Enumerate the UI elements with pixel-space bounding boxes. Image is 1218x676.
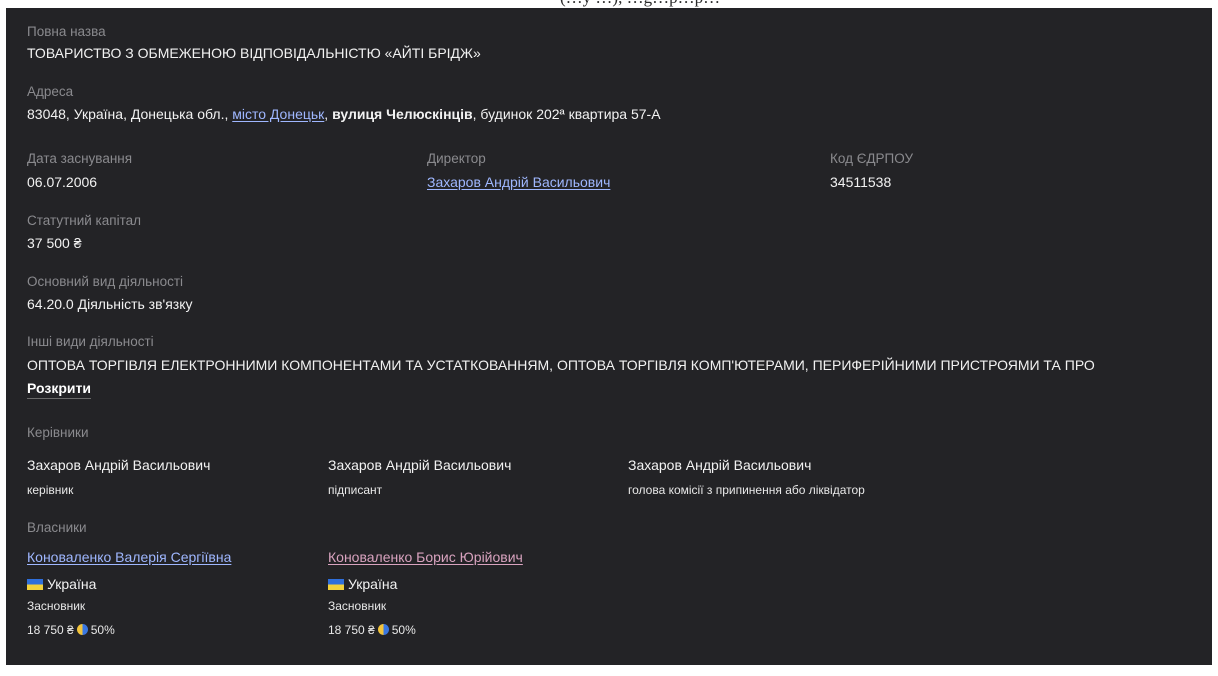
other-activities-label: Інші види діяльності xyxy=(27,334,154,349)
owner-share-line: 18 750 ₴ 50% xyxy=(328,623,416,637)
company-details-panel: Повна назва ТОВАРИСТВО З ОБМЕЖЕНОЮ ВІДПО… xyxy=(6,8,1212,665)
city-link[interactable]: місто Донецьк xyxy=(232,106,324,122)
managers-label: Керівники xyxy=(27,425,89,440)
page-top-cut-text: (…у …), …g…p…p… xyxy=(560,0,1210,8)
manager-role: керівник xyxy=(27,483,74,497)
owner-country-label: Україна xyxy=(47,576,97,592)
full-name-value: ТОВАРИСТВО З ОБМЕЖЕНОЮ ВІДПОВІДАЛЬНІСТЮ … xyxy=(27,45,481,61)
owner-role: Засновник xyxy=(27,599,86,613)
address-separator: , xyxy=(324,106,333,122)
edrpou-label: Код ЄДРПОУ xyxy=(830,151,914,166)
full-name-label: Повна назва xyxy=(27,24,106,39)
owner-amount: 18 750 ₴ xyxy=(328,623,375,637)
manager-name: Захаров Андрій Васильович xyxy=(27,457,211,473)
address-value: 83048, Україна, Донецька обл., місто Дон… xyxy=(27,106,661,122)
address-prefix: 83048, Україна, Донецька обл., xyxy=(27,106,233,122)
owner-share: 50% xyxy=(90,623,115,637)
owner-link[interactable]: Коноваленко Борис Юрійович xyxy=(328,549,523,565)
owner-country: Україна xyxy=(328,576,397,592)
other-activities-value: ОПТОВА ТОРГІВЛЯ ЕЛЕКТРОННИМИ КОМПОНЕНТАМ… xyxy=(27,357,1095,373)
edrpou-value: 34511538 xyxy=(830,174,892,190)
pie-share-icon xyxy=(76,624,88,635)
manager-role: голова комісії з припинення або ліквідат… xyxy=(628,483,865,497)
owner-role: Засновник xyxy=(328,599,387,613)
founded-value: 06.07.2006 xyxy=(27,174,98,190)
main-activity-value: 64.20.0 Діяльність зв'язку xyxy=(27,296,193,312)
main-activity-label: Основний вид діяльності xyxy=(27,274,184,289)
owner-country: Україна xyxy=(27,576,96,592)
capital-value: 37 500 ₴ xyxy=(27,235,82,251)
manager-name: Захаров Андрій Васильович xyxy=(328,457,512,473)
ukraine-flag-icon xyxy=(27,579,43,590)
manager-name: Захаров Андрій Васильович xyxy=(628,457,812,473)
owner-link[interactable]: Коноваленко Валерія Сергіївна xyxy=(27,549,231,565)
address-label: Адреса xyxy=(27,84,74,99)
owners-label: Власники xyxy=(27,520,87,535)
address-rest: , будинок 202ª квартира 57-А xyxy=(472,106,661,122)
capital-label: Статутний капітал xyxy=(27,213,141,228)
director-link[interactable]: Захаров Андрій Васильович xyxy=(427,174,610,190)
owner-share-line: 18 750 ₴ 50% xyxy=(27,623,115,637)
owner-share: 50% xyxy=(391,623,416,637)
manager-role: підписант xyxy=(328,483,383,497)
owner-country-label: Україна xyxy=(348,576,398,592)
founded-label: Дата заснування xyxy=(27,151,133,166)
ukraine-flag-icon xyxy=(328,579,344,590)
expand-button[interactable]: Розкрити xyxy=(27,380,91,399)
director-label: Директор xyxy=(427,151,486,166)
street-name: вулиця Челюскінців xyxy=(332,106,473,122)
owner-amount: 18 750 ₴ xyxy=(27,623,74,637)
pie-share-icon xyxy=(377,624,389,635)
